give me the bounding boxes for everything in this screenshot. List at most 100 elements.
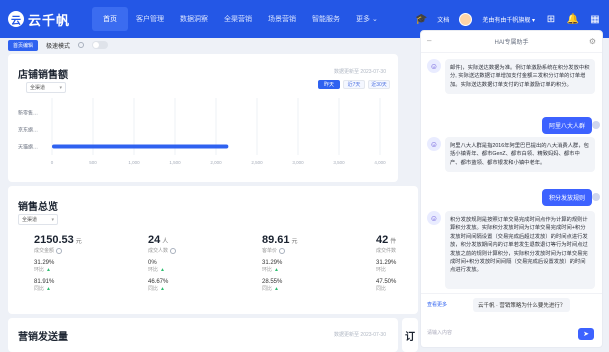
metric-label: 成交件数 <box>376 248 397 254</box>
metric-unit: 人 <box>162 239 169 245</box>
toolbar: 首页编辑 极速模式 <box>8 38 418 52</box>
nav-item-scene-marketing[interactable]: 场景营销 <box>260 0 304 38</box>
yoy-label: 同比 <box>262 286 273 292</box>
card-title: 营销发送量 <box>18 332 68 343</box>
x-tick-label: 3,000 <box>292 160 304 165</box>
metric-value: 2150.53 <box>34 234 74 246</box>
yoy-label: 同比 <box>148 286 159 292</box>
user-avatar-icon <box>592 193 600 201</box>
suggested-question[interactable]: 云千帆 · 营销策略为什么要先进行？ <box>473 298 571 312</box>
metric-gmv: 2150.53 元 成交金额 31.29% 环比 ▲ 81.91% 同比 ▲ <box>34 234 82 292</box>
logo-text: 云千帆 <box>28 12 71 28</box>
yoy-label: 同比 <box>376 286 387 292</box>
category-label: 天猫旗… <box>18 144 38 151</box>
bot-message: ☺ 邮件)，实际送达数据为准。例订单激励系统在积分发放中积分, 实际送达数据订单… <box>427 59 595 95</box>
minimize-icon[interactable]: – <box>427 36 431 45</box>
mom-label: 环比 <box>148 267 159 273</box>
metric-value: 24 <box>148 234 161 246</box>
metric-value: 89.61 <box>262 234 290 246</box>
x-tick-label: 2,000 <box>210 160 222 165</box>
avatar[interactable] <box>459 12 473 26</box>
docs-link[interactable]: 文档 <box>437 15 449 24</box>
message-text: 积分发放规则是按照订单交易完成时间点作为计算的规则计算积分发放。实际积分发放时间… <box>445 211 595 289</box>
trend-up-icon: ▲ <box>46 285 51 292</box>
x-tick-label: 0 <box>51 160 54 165</box>
mom-label: 环比 <box>376 267 387 273</box>
metric-unit: 元 <box>291 239 298 245</box>
nav-menu: 首页 客户管理 数据洞察 全渠营销 场景营销 智能服务 更多 ⌄ <box>92 0 386 38</box>
x-tick-label: 1,000 <box>128 160 140 165</box>
x-tick-label: 4,000 <box>374 160 386 165</box>
settings-icon[interactable]: ⚙ <box>589 37 596 46</box>
info-icon[interactable] <box>170 247 177 254</box>
metric-label: 成交金额 <box>34 248 55 254</box>
mom-label: 环比 <box>262 267 273 273</box>
view-more-link[interactable]: 查看更多 <box>427 301 447 308</box>
category-label: 新零售… <box>18 110 38 117</box>
nav-item-smart-service[interactable]: 智能服务 <box>304 0 348 38</box>
speed-mode-toggle[interactable] <box>92 41 109 49</box>
nav-item-customers[interactable]: 客户管理 <box>128 0 172 38</box>
sales-overview-card: 销售总览 全渠道 2150.53元 成交金额 31.29% 环比▲ 81.91%… <box>8 186 418 314</box>
trend-up-icon: ▲ <box>274 266 279 273</box>
account-switcher[interactable]: 羌由有由千帆旗舰 ▾ <box>482 15 535 24</box>
nav-item-home[interactable]: 首页 <box>92 7 128 31</box>
side-card: 订 <box>402 318 418 352</box>
assistant-footer: 查看更多 云千帆 · 营销策略为什么要先进行？ 请输入内容 ➤ <box>421 293 602 347</box>
bot-message: ☺ 阿里八大人群是指2016年阿里巴巴提出的八大消费人群，包括小镇青年、都市Ge… <box>427 137 595 173</box>
x-tick-label: 1,500 <box>169 160 181 165</box>
card-title: 销售总览 <box>18 202 58 213</box>
graduation-cap-icon[interactable]: 🎓 <box>415 13 427 25</box>
home-edit-button[interactable]: 首页编辑 <box>8 39 39 51</box>
export-icon[interactable]: ⊞ <box>545 13 557 25</box>
trend-up-icon: ▲ <box>160 285 165 292</box>
metric-buyers: 24 人 成交人数 0% 环比 ▲ 46.67% 同比 ▲ <box>148 234 177 292</box>
bot-avatar-icon: ☺ <box>427 59 441 73</box>
info-icon[interactable] <box>78 42 85 48</box>
yoy-label: 同比 <box>34 286 45 292</box>
mom-label: 环比 <box>34 267 45 273</box>
ai-assistant-panel: – HAI专属助手 ⚙ ☺ 邮件)，实际送达数据为准。例订单激励系统在积分发放中… <box>420 30 603 348</box>
assistant-title: HAI专属助手 <box>494 40 529 46</box>
message-text: 邮件)，实际送达数据为准。例订单激励系统在积分发放中积分, 实际送达数据订单增加… <box>445 59 595 95</box>
x-tick-label: 3,500 <box>333 160 345 165</box>
metric-label: 客单价 <box>262 248 278 254</box>
store-sales-card: 店铺销售额 数据更新至 2023-07-30 全渠道 昨天 近7天 近30天 0… <box>8 54 398 182</box>
user-message: 积分发放规则 <box>541 189 592 206</box>
trend-up-icon: ▲ <box>46 266 51 273</box>
bar[interactable] <box>52 144 229 149</box>
grid-icon[interactable]: ▦ <box>589 13 601 25</box>
nav-item-omnichannel[interactable]: 全渠营销 <box>216 0 260 38</box>
metric-value: 42 <box>376 234 389 246</box>
message-input[interactable]: 请输入内容 <box>427 325 567 339</box>
nav-item-insights[interactable]: 数据洞察 <box>172 0 216 38</box>
message-text: 阿里八大人群是指2016年阿里巴巴提出的八大消费人群，包括小镇青年、都市GenZ… <box>445 137 595 173</box>
x-tick-label: 500 <box>89 160 97 165</box>
category-label: 京东旗… <box>18 127 38 134</box>
nav-item-more[interactable]: 更多 ⌄ <box>348 0 386 38</box>
logo-icon: 云 <box>8 11 24 27</box>
metric-aov: 89.61 元 客单价 31.29% 环比 ▲ 28.55% 同比 ▲ <box>262 234 298 292</box>
trend-up-icon: ▲ <box>274 285 279 292</box>
send-button[interactable]: ➤ <box>578 328 594 340</box>
speed-mode-label: 极速模式 <box>46 43 71 50</box>
marketing-send-card: 营销发送量 数据更新至 2023-07-30 <box>8 318 398 352</box>
user-avatar-icon <box>592 121 600 129</box>
assistant-header: – HAI专属助手 ⚙ <box>421 31 602 53</box>
bot-avatar-icon: ☺ <box>427 137 441 151</box>
sales-bar-chart: 0 500 1,000 1,500 2,000 2,500 3,000 3,500 4,000 新… <box>18 98 386 165</box>
bot-avatar-icon: ☺ <box>427 211 441 225</box>
info-icon[interactable] <box>279 247 286 254</box>
side-card-title: 订 <box>405 332 415 343</box>
x-tick-label: 2,500 <box>251 160 263 165</box>
overview-channel-select[interactable]: 全渠道 <box>18 214 58 225</box>
metric-items: 42 件 成交件数 31.29% 环比 47.50% 同比 <box>376 234 396 292</box>
metric-unit: 元 <box>75 239 82 245</box>
logo[interactable]: 云 云千帆 <box>8 10 82 29</box>
update-time: 数据更新至 2023-07-30 <box>334 332 386 338</box>
bell-icon[interactable]: 🔔 <box>567 13 579 25</box>
metric-unit: 件 <box>390 239 397 245</box>
trend-up-icon: ▲ <box>160 266 165 273</box>
info-icon[interactable] <box>56 247 63 254</box>
metric-label: 成交人数 <box>148 248 169 254</box>
